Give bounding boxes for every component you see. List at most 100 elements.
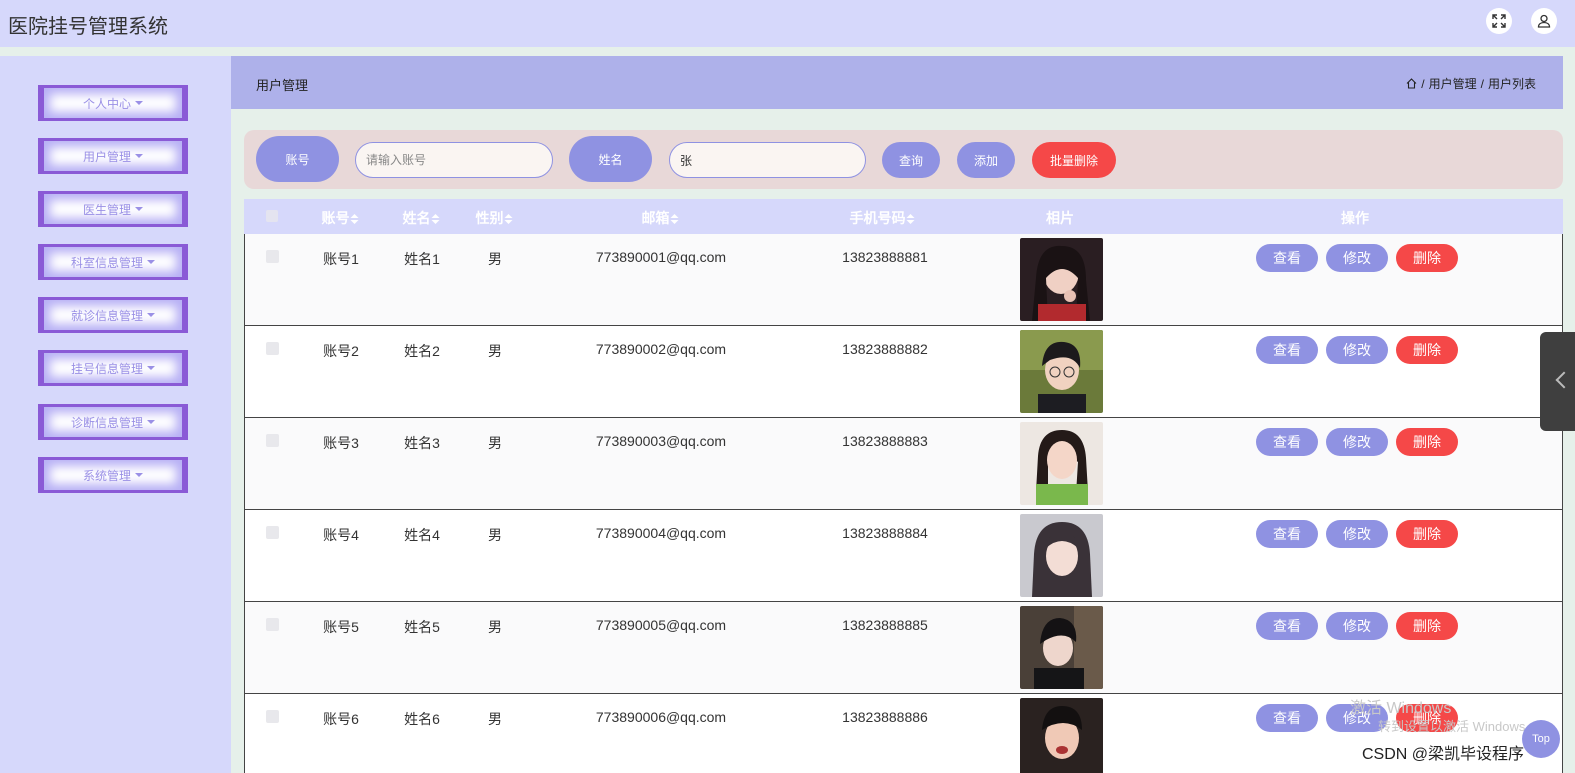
delete-button[interactable]: 删除	[1396, 336, 1458, 364]
caret-down-icon	[135, 154, 143, 158]
app-title: 医院挂号管理系统	[8, 16, 168, 38]
cell-phone: 13823888884	[842, 525, 928, 541]
sidebar-item-visit-management[interactable]: 就诊信息管理	[38, 297, 188, 333]
cell-email: 773890004@qq.com	[595, 525, 727, 541]
batch-delete-button[interactable]: 批量删除	[1032, 142, 1116, 178]
back-to-top-button[interactable]: Top	[1522, 720, 1560, 758]
select-all-checkbox[interactable]	[266, 210, 278, 222]
table-row: 账号1 姓名1 男 773890001@qq.com 13823888881 查…	[244, 234, 1563, 326]
cell-gender: 男	[488, 251, 502, 267]
cell-email: 773890002@qq.com	[595, 341, 727, 357]
sidebar-item-label: 挂号信息管理	[70, 361, 143, 376]
top-bar: 医院挂号管理系统	[0, 0, 1575, 47]
sidebar-item-label: 就诊信息管理	[70, 308, 143, 323]
row-checkbox[interactable]	[266, 250, 279, 263]
home-icon[interactable]	[1406, 78, 1417, 89]
activate-windows-watermark: 激活 Windows	[1350, 700, 1452, 717]
view-button[interactable]: 查看	[1256, 704, 1318, 732]
table-body: 账号1 姓名1 男 773890001@qq.com 13823888881 查…	[244, 234, 1563, 773]
page-title: 用户管理	[256, 78, 309, 93]
account-search-input[interactable]	[355, 142, 553, 178]
activate-windows-hint: 转到设置以激活 Windows。	[1378, 719, 1539, 734]
edit-button[interactable]: 修改	[1326, 336, 1388, 364]
breadcrumb-item[interactable]: 用户管理	[1429, 75, 1477, 92]
edit-button[interactable]: 修改	[1326, 520, 1388, 548]
sidebar-item-registration-management[interactable]: 挂号信息管理	[38, 350, 188, 386]
user-photo[interactable]	[1020, 698, 1103, 773]
delete-button[interactable]: 删除	[1396, 244, 1458, 272]
page-header: 用户管理 / 用户管理 / 用户列表	[231, 56, 1563, 109]
user-icon[interactable]	[1531, 8, 1557, 34]
table-row: 账号5 姓名5 男 773890005@qq.com 13823888885 查…	[244, 602, 1563, 694]
breadcrumb-separator: /	[1480, 76, 1484, 91]
sort-icon[interactable]	[504, 214, 513, 225]
sidebar-item-diagnosis-management[interactable]: 诊断信息管理	[38, 404, 188, 440]
cell-phone: 13823888882	[842, 341, 928, 357]
query-button[interactable]: 查询	[882, 142, 940, 178]
cell-name: 姓名4	[404, 527, 440, 543]
sidebar-item-user-management[interactable]: 用户管理	[38, 138, 188, 174]
sidebar-item-label: 用户管理	[82, 149, 131, 164]
sidebar-item-label: 医生管理	[82, 202, 131, 217]
cell-phone: 13823888883	[842, 433, 928, 449]
user-photo[interactable]	[1020, 238, 1103, 321]
delete-button[interactable]: 删除	[1396, 520, 1458, 548]
user-photo[interactable]	[1020, 330, 1103, 413]
sidebar-item-doctor-management[interactable]: 医生管理	[38, 191, 188, 227]
cell-phone: 13823888881	[842, 249, 928, 265]
column-header-phone[interactable]: 手机号码	[850, 208, 915, 228]
row-checkbox[interactable]	[266, 342, 279, 355]
view-button[interactable]: 查看	[1256, 336, 1318, 364]
sidebar-item-personal-center[interactable]: 个人中心	[38, 85, 188, 121]
edit-button[interactable]: 修改	[1326, 612, 1388, 640]
user-photo[interactable]	[1020, 422, 1103, 505]
caret-down-icon	[147, 420, 155, 424]
cell-gender: 男	[488, 619, 502, 635]
row-checkbox[interactable]	[266, 434, 279, 447]
delete-button[interactable]: 删除	[1396, 612, 1458, 640]
search-bar: 账号 姓名 查询 添加 批量删除	[244, 130, 1563, 189]
cell-account: 账号3	[323, 435, 359, 451]
sidebar-item-system-management[interactable]: 系统管理	[38, 457, 188, 493]
cell-name: 姓名3	[404, 435, 440, 451]
cell-account: 账号2	[323, 343, 359, 359]
breadcrumb-item: 用户列表	[1487, 77, 1536, 91]
edit-button[interactable]: 修改	[1326, 428, 1388, 456]
edit-button[interactable]: 修改	[1326, 244, 1388, 272]
cell-name: 姓名1	[404, 251, 440, 267]
row-checkbox[interactable]	[266, 618, 279, 631]
user-photo[interactable]	[1020, 514, 1103, 597]
table-row: 账号3 姓名3 男 773890003@qq.com 13823888883 查…	[244, 418, 1563, 510]
user-photo[interactable]	[1020, 606, 1103, 689]
view-button[interactable]: 查看	[1256, 520, 1318, 548]
add-button[interactable]: 添加	[957, 142, 1015, 178]
cell-account: 账号1	[323, 251, 359, 267]
side-panel-toggle[interactable]	[1540, 332, 1575, 431]
cell-gender: 男	[488, 527, 502, 543]
view-button[interactable]: 查看	[1256, 612, 1318, 640]
name-label: 姓名	[569, 136, 652, 182]
sidebar-item-label: 科室信息管理	[70, 255, 143, 270]
cell-email: 773890006@qq.com	[595, 709, 727, 725]
sidebar-item-department-management[interactable]: 科室信息管理	[38, 244, 188, 280]
view-button[interactable]: 查看	[1256, 428, 1318, 456]
cell-email: 773890005@qq.com	[595, 617, 727, 633]
sort-icon[interactable]	[350, 214, 359, 225]
sort-icon[interactable]	[906, 214, 915, 225]
column-header-name[interactable]: 姓名	[403, 208, 440, 228]
cell-gender: 男	[488, 343, 502, 359]
row-checkbox[interactable]	[266, 526, 279, 539]
cell-gender: 男	[488, 435, 502, 451]
sort-icon[interactable]	[670, 214, 679, 225]
row-checkbox[interactable]	[266, 710, 279, 723]
column-header-account[interactable]: 账号	[322, 208, 359, 228]
name-search-input[interactable]	[669, 142, 866, 178]
sidebar-item-label: 系统管理	[82, 468, 131, 483]
delete-button[interactable]: 删除	[1396, 428, 1458, 456]
column-header-gender[interactable]: 性别	[476, 208, 513, 228]
column-header-email[interactable]: 邮箱	[642, 208, 679, 228]
fullscreen-icon[interactable]	[1486, 8, 1512, 34]
cell-phone: 13823888886	[842, 709, 928, 725]
sort-icon[interactable]	[431, 214, 440, 225]
view-button[interactable]: 查看	[1256, 244, 1318, 272]
